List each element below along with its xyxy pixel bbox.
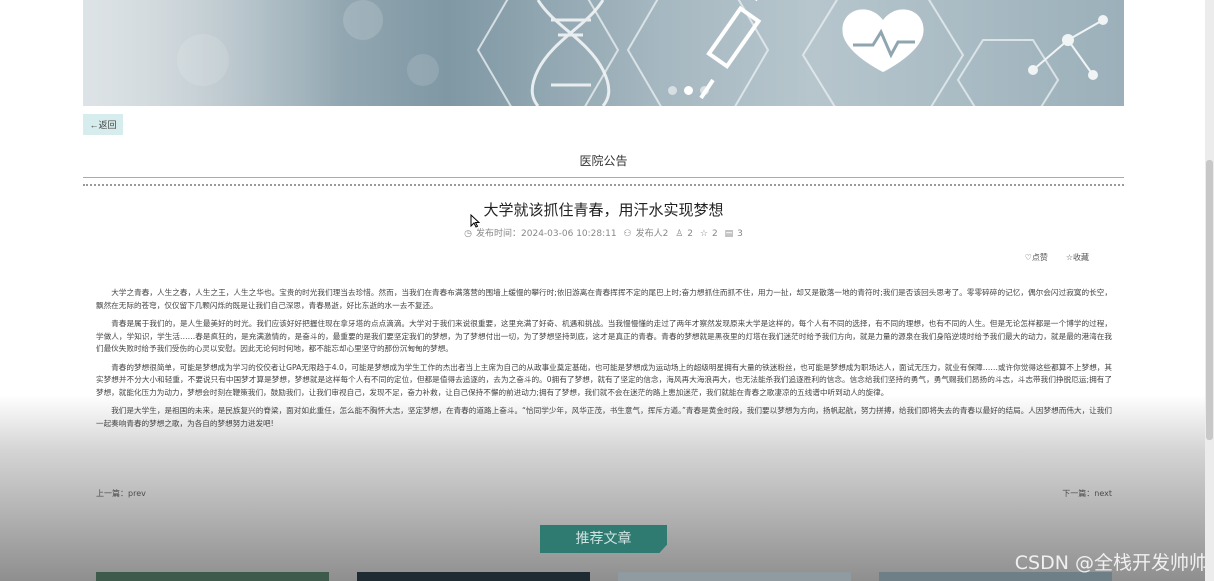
recommend-heading: 推荐文章: [540, 525, 667, 553]
recommend-thumb[interactable]: [96, 572, 329, 581]
publish-time: 发布时间：2024-03-06 10:28:11: [476, 229, 617, 239]
paragraph: 青春的梦想很简单，可能是梦想成为学习的佼佼者让GPA无限趋于4.0，可能是梦想成…: [96, 362, 1112, 397]
clock-icon: ◷: [464, 229, 473, 239]
article-meta: ◷ 发布时间：2024-03-06 10:28:11 ⚇ 发布人2 ♙ 2 ☆ 2 ▤ 3: [83, 226, 1124, 239]
recommend-thumb[interactable]: [618, 572, 851, 581]
divider: [83, 177, 1124, 186]
prev-link[interactable]: 上一篇：prev: [96, 488, 146, 499]
thumbs-up-icon: ♙: [675, 229, 684, 239]
watermark: CSDN @全栈开发帅帅: [1014, 552, 1208, 574]
like-count: 2: [687, 229, 693, 239]
paragraph: 大学之青春，人生之春，人生之王，人生之华也。宝贵的时光我们理当去珍惜。然而，当我…: [96, 288, 1112, 310]
mouse-cursor-icon: [470, 214, 480, 228]
banner-medical-illustration: [83, 0, 1108, 106]
star-icon: ☆: [699, 229, 708, 239]
favorite-button[interactable]: ☆收藏: [1066, 252, 1089, 263]
article-actions: ♡点赞 ☆收藏: [1025, 252, 1089, 263]
next-link[interactable]: 下一篇：next: [1062, 488, 1112, 499]
carousel-dots: [668, 86, 709, 95]
section-title: 医院公告: [579, 154, 628, 168]
article-content: 大学之青春，人生之春，人生之王，人生之华也。宝贵的时光我们理当去珍惜。然而，当我…: [96, 287, 1112, 436]
carousel-dot[interactable]: [668, 86, 677, 95]
back-button[interactable]: ←返回: [83, 114, 123, 135]
like-button[interactable]: ♡点赞: [1025, 252, 1048, 263]
carousel-dot-active[interactable]: [684, 86, 693, 95]
scrollbar[interactable]: [1205, 0, 1214, 581]
view-count: 3: [737, 229, 743, 239]
paragraph: 我们是大学生，是祖国的未来，是民族复兴的脊梁，面对如此重任，怎么能不胸怀大志，坚…: [96, 406, 1112, 428]
article-title: 大学就该抓住青春，用汗水实现梦想: [483, 201, 724, 219]
user-icon: ⚇: [623, 229, 632, 239]
recommend-thumb[interactable]: [357, 572, 590, 581]
scrollbar-thumb[interactable]: [1206, 160, 1213, 440]
paragraph: 青春是属于我们的，是人生最美好的时光。我们应该好好把握住现在拿牙塔的点点滴滴。大…: [96, 319, 1112, 353]
favorite-count: 2: [711, 229, 718, 239]
carousel-dot[interactable]: [700, 86, 709, 95]
banner-carousel[interactable]: [83, 0, 1124, 106]
publisher: 发布人2: [635, 229, 669, 239]
views-icon: ▤: [724, 229, 734, 239]
